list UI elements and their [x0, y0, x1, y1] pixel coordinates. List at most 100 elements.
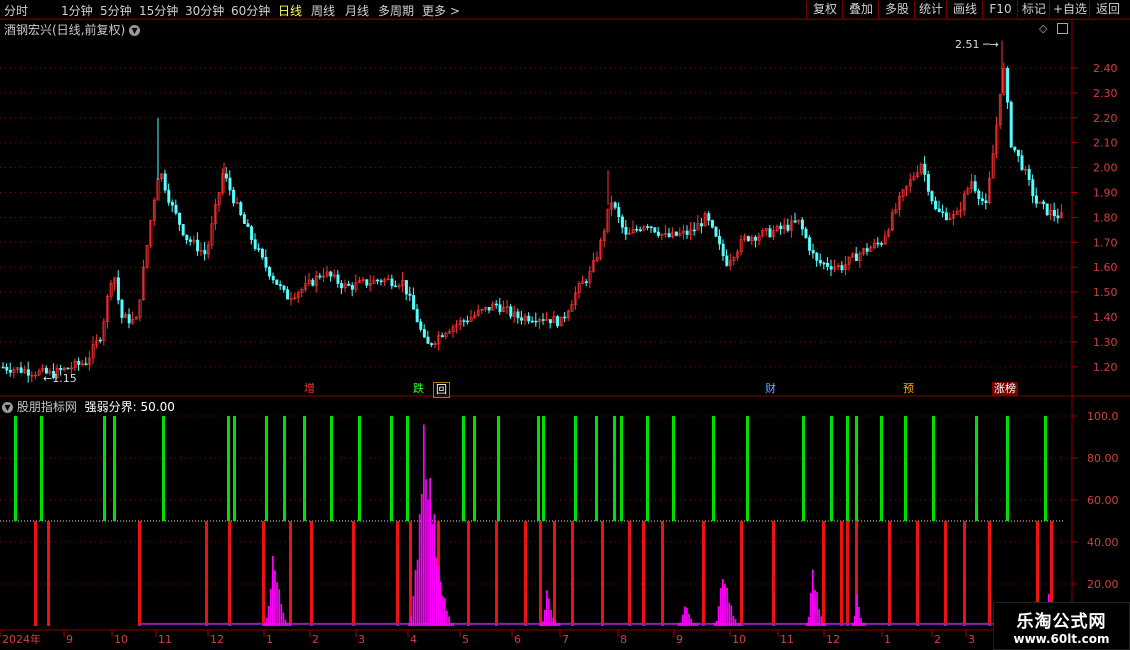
- weak-bar: [228, 521, 231, 626]
- candle-body: [170, 202, 174, 206]
- spike-bar: [284, 619, 287, 626]
- spike-bar: [726, 587, 728, 626]
- weak-bar: [916, 521, 919, 626]
- candle-body: [1052, 209, 1056, 217]
- strong-bar: [233, 416, 236, 521]
- spike-bar: [554, 619, 557, 626]
- strong-bar: [880, 416, 883, 521]
- indicator-title: ▼ 股朋指标网 强弱分界: 50.00: [2, 398, 175, 415]
- marker-forecast[interactable]: 预: [901, 382, 916, 396]
- candle-body: [5, 366, 9, 371]
- candle-body: [26, 369, 30, 376]
- strong-bar: [932, 416, 935, 521]
- candle-body: [260, 248, 264, 258]
- candle-body: [282, 285, 286, 291]
- time-tick-label: 12: [826, 633, 840, 646]
- spike-bar: [688, 613, 690, 626]
- candle-body: [350, 285, 354, 290]
- spike-bar: [541, 621, 544, 626]
- candle-body: [1056, 215, 1060, 219]
- spike-bar: [734, 619, 737, 626]
- marker-drop[interactable]: 跌: [411, 382, 426, 396]
- strong-bar: [830, 416, 833, 521]
- candle-body: [376, 279, 380, 282]
- candle-body: [275, 279, 279, 285]
- candle-body: [365, 279, 369, 286]
- candle-body: [127, 314, 131, 324]
- candle-body: [692, 229, 696, 232]
- marker-top-list[interactable]: 涨榜: [992, 382, 1018, 396]
- candle-body: [1045, 203, 1049, 216]
- spike-bar: [416, 559, 419, 626]
- candle-body: [440, 335, 444, 338]
- time-tick-label: 5: [462, 633, 469, 646]
- candle-body: [1016, 149, 1020, 156]
- kline-chart[interactable]: 2.40 2.30 2.20 2.10 2.00 1.90 1.80 1.70 1.60 1.50…: [0, 0, 1130, 650]
- candle-body: [116, 277, 120, 301]
- weak-bar: [310, 521, 313, 626]
- candle-body: [754, 236, 758, 241]
- strong-bar: [113, 416, 116, 521]
- candle-body: [278, 284, 282, 287]
- candle-body: [649, 226, 653, 229]
- spike-bar: [681, 614, 684, 626]
- spike-bar: [425, 479, 427, 626]
- weak-bar: [553, 521, 556, 626]
- strong-bar: [462, 416, 465, 521]
- price-tick-label: 2.20: [1093, 112, 1118, 125]
- weak-bar: [495, 521, 498, 626]
- spike-bar: [408, 622, 410, 626]
- time-tick-label: 3: [968, 633, 975, 646]
- spike-bar: [280, 603, 283, 626]
- candle-body: [422, 329, 426, 338]
- spike-bar: [853, 616, 856, 626]
- arrow-left-icon: ←: [43, 372, 53, 385]
- candle-body: [818, 260, 822, 264]
- strong-bar: [227, 416, 230, 521]
- candle-body: [239, 202, 243, 215]
- spike-bar: [288, 622, 291, 626]
- weak-bar: [352, 521, 355, 626]
- spike-bar: [420, 494, 423, 626]
- weak-bar: [396, 521, 399, 626]
- candle-body: [224, 173, 228, 179]
- strong-bar: [358, 416, 361, 521]
- weak-bar: [963, 521, 966, 626]
- marker-increase[interactable]: 增: [302, 382, 317, 396]
- strong-bar: [473, 416, 476, 521]
- spike-bar: [429, 477, 431, 626]
- spike-bar: [856, 594, 858, 626]
- time-tick-label: 3: [358, 633, 365, 646]
- candle-body: [829, 266, 833, 270]
- weak-bar: [846, 521, 849, 626]
- marker-finance[interactable]: 财: [763, 382, 778, 396]
- price-tick-label: 1.90: [1093, 187, 1118, 200]
- spike-bar: [728, 602, 730, 626]
- low-price-label: ←1.15: [43, 372, 77, 385]
- candle-body: [415, 309, 419, 323]
- candle-body: [253, 239, 257, 249]
- candle-body: [246, 223, 250, 227]
- price-tick-label: 1.70: [1093, 236, 1118, 249]
- candle-body: [19, 367, 23, 373]
- weak-bar: [988, 521, 991, 626]
- strong-bar: [1006, 416, 1009, 521]
- strong-bar: [646, 416, 649, 521]
- spike-bar: [427, 499, 429, 626]
- watermark-logo: 乐淘公式网 www.60lt.com: [993, 602, 1130, 650]
- marker-return[interactable]: 回: [433, 382, 450, 398]
- spike-bar: [807, 616, 810, 626]
- spike-bar: [558, 622, 561, 626]
- candle-body: [811, 250, 815, 254]
- spike-bar: [418, 514, 421, 626]
- strong-bar: [162, 416, 165, 521]
- indicator-baseline: [140, 622, 1060, 625]
- candle-body: [286, 289, 290, 300]
- spike-bar: [452, 622, 455, 626]
- candle-body: [840, 265, 844, 271]
- candle-body: [408, 293, 412, 296]
- weak-bar: [702, 521, 705, 626]
- chevron-down-icon[interactable]: ▼: [2, 402, 13, 413]
- spike-bar: [539, 622, 542, 626]
- spike-bar: [812, 569, 814, 626]
